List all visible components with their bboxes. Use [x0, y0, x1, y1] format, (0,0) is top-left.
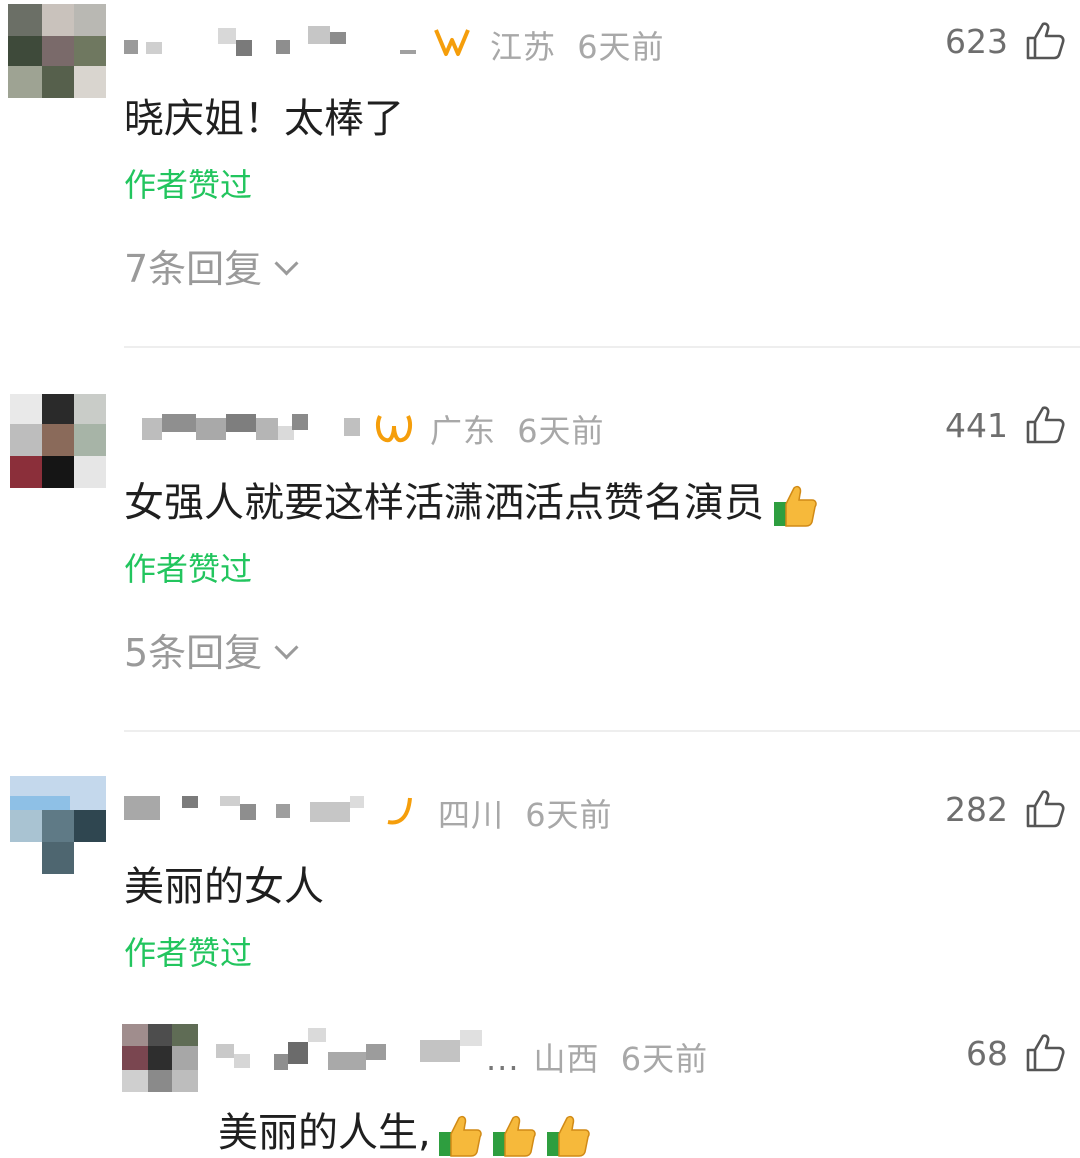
chevron-down-icon	[274, 635, 299, 660]
reply-text-label: 美丽的人生,	[218, 1110, 431, 1156]
comment-text: 女强人就要这样活潇洒活点赞名演员	[124, 470, 818, 528]
comment-text: 晓庆姐！太棒了	[124, 96, 404, 142]
comment-text: 美丽的女人	[124, 864, 324, 910]
time-label: 6天前	[525, 796, 613, 834]
region-badge-icon	[376, 415, 412, 443]
view-replies-button[interactable]: 5条回复	[124, 622, 299, 677]
region-label: 山西	[533, 1040, 600, 1078]
like-icon[interactable]	[1024, 1032, 1066, 1074]
username-blurred[interactable]	[124, 796, 424, 822]
replies-label: 5条回复	[124, 631, 263, 675]
thumbs-up-emoji-icon	[546, 1115, 590, 1157]
like-count: 623	[945, 22, 1008, 61]
view-replies-button[interactable]: 7条回复	[124, 238, 299, 293]
region-badge-icon	[387, 797, 412, 825]
time-label: 6天前	[620, 1040, 709, 1078]
divider	[124, 730, 1080, 732]
chevron-down-icon	[274, 251, 299, 276]
author-liked-label: 作者赞过	[124, 934, 253, 972]
avatar[interactable]	[10, 394, 106, 488]
time-label: 6天前	[517, 412, 605, 450]
like-icon[interactable]	[1024, 20, 1066, 62]
like-count: 68	[966, 1034, 1008, 1073]
region-badge-icon	[434, 29, 470, 56]
thumbs-up-emoji-icon	[774, 485, 817, 527]
comment-meta: 广东 6天前	[430, 406, 605, 452]
username-blurred[interactable]	[216, 1028, 526, 1070]
region-label: 江苏	[490, 28, 557, 66]
replies-label: 7条回复	[124, 247, 263, 291]
username-blurred[interactable]	[124, 26, 424, 56]
author-liked-label: 作者赞过	[124, 166, 253, 204]
divider	[124, 346, 1080, 348]
time-label: 6天前	[577, 28, 665, 66]
reply-text: 美丽的人生,	[218, 1100, 591, 1158]
comment-meta: 四川 6天前	[438, 790, 613, 836]
avatar[interactable]	[10, 776, 106, 874]
username-blurred[interactable]	[142, 414, 372, 440]
avatar[interactable]	[8, 4, 106, 98]
region-label: 广东	[430, 412, 497, 450]
reply-meta: ... 山西 6天前	[486, 1034, 708, 1080]
like-count: 441	[945, 406, 1008, 445]
like-icon[interactable]	[1024, 404, 1066, 446]
thumbs-up-emoji-icon	[438, 1115, 482, 1157]
author-liked-label: 作者赞过	[124, 550, 253, 588]
ellipsis-text: ...	[486, 1040, 520, 1078]
thumbs-up-emoji-icon	[492, 1115, 536, 1157]
comment-text-label: 女强人就要这样活潇洒活点赞名演员	[124, 480, 764, 526]
comment-meta: 江苏 6天前	[490, 22, 665, 68]
like-icon[interactable]	[1024, 788, 1066, 830]
like-count: 282	[945, 790, 1008, 829]
avatar[interactable]	[122, 1024, 198, 1092]
region-label: 四川	[438, 796, 505, 834]
